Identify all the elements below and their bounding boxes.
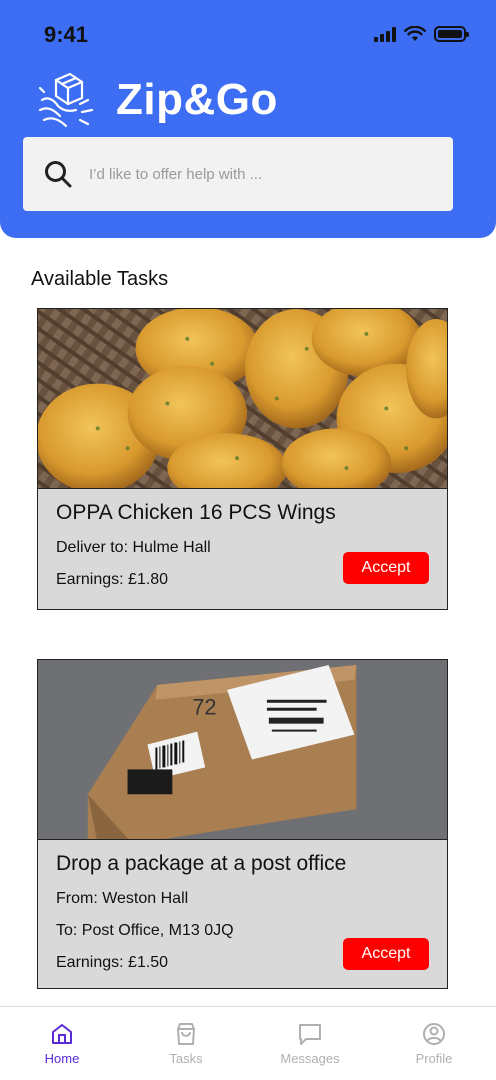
svg-text:72: 72: [192, 695, 216, 720]
status-time: 9:41: [44, 22, 89, 47]
nav-item-tasks[interactable]: Tasks: [124, 1007, 248, 1080]
nav-item-home[interactable]: Home: [0, 1007, 124, 1080]
wifi-icon: [404, 26, 426, 41]
profile-icon: [423, 1023, 445, 1045]
nav-label: Home: [44, 1051, 80, 1066]
bottom-nav: Home Tasks Messages Profile: [0, 1006, 496, 1080]
message-icon: [299, 1024, 321, 1045]
task-origin: From: Weston Hall: [56, 890, 189, 907]
accept-button[interactable]: Accept: [343, 552, 429, 584]
status-bar: 9:41: [0, 0, 496, 70]
task-card-body: OPPA Chicken 16 PCS Wings Deliver to: Hu…: [38, 489, 447, 601]
task-card: 72 Drop a package at a post office From:…: [37, 659, 448, 989]
nav-item-messages[interactable]: Messages: [248, 1007, 372, 1080]
nav-item-profile[interactable]: Profile: [372, 1007, 496, 1080]
search-input[interactable]: [89, 165, 419, 183]
search-bar[interactable]: [23, 137, 453, 211]
search-icon: [45, 161, 72, 188]
nav-label: Profile: [415, 1051, 453, 1066]
accept-button[interactable]: Accept: [343, 938, 429, 970]
app-header: 9:41 Zip&Go I’d like to offer help with …: [0, 0, 496, 238]
signal-icon: [374, 26, 396, 42]
task-card-body: Drop a package at a post office From: We…: [38, 840, 447, 984]
bag-icon: [177, 1023, 195, 1045]
task-image-package: 72: [38, 660, 447, 840]
task-title: Drop a package at a post office: [56, 852, 347, 875]
task-card: OPPA Chicken 16 PCS Wings Deliver to: Hu…: [37, 308, 448, 610]
nav-label: Messages: [280, 1051, 340, 1066]
task-title: OPPA Chicken 16 PCS Wings: [56, 501, 336, 524]
section-title: Available Tasks: [31, 268, 169, 290]
nav-label: Tasks: [169, 1051, 203, 1066]
brand: Zip&Go: [36, 70, 278, 130]
battery-icon: [434, 26, 469, 42]
logo-icon: [38, 72, 94, 128]
app-name: Zip&Go: [116, 75, 278, 124]
status-icons: [374, 26, 469, 42]
home-icon: [52, 1024, 72, 1044]
task-image-fried-chicken: [38, 309, 447, 489]
